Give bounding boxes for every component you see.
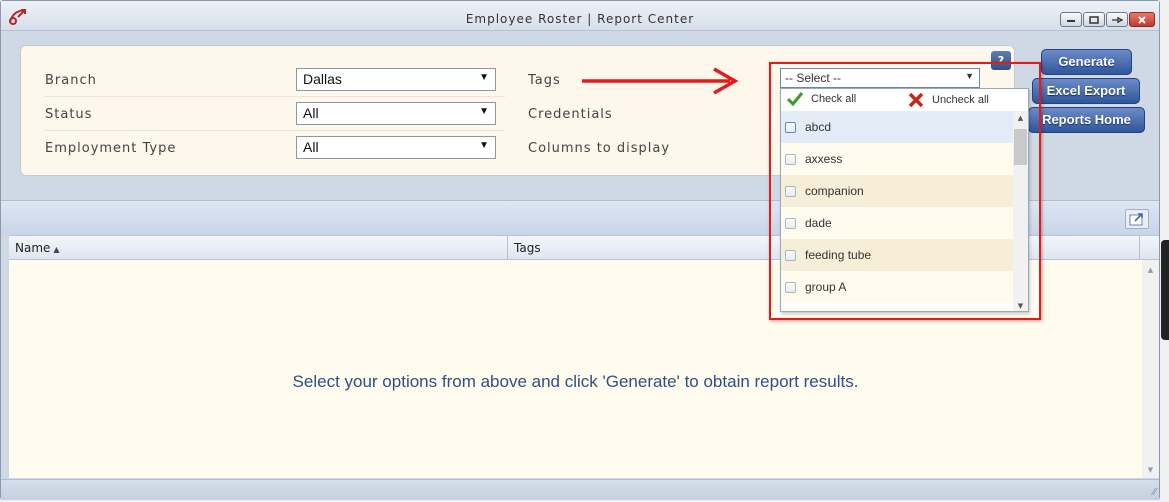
scroll-down-icon[interactable]: ▼ (1142, 466, 1159, 474)
window-title: Employee Roster | Report Center (465, 12, 695, 26)
resize-grip-icon[interactable]: ⁄⁄ (1153, 487, 1156, 498)
credentials-label: Credentials (528, 107, 613, 122)
reports-home-button[interactable]: Reports Home (1028, 107, 1145, 133)
branch-value: Dallas (303, 71, 342, 87)
generate-button[interactable]: Generate (1041, 49, 1132, 75)
maximize-icon[interactable] (1083, 12, 1105, 27)
status-row: Status All ▼ (45, 97, 505, 131)
close-icon[interactable] (1129, 12, 1155, 27)
background-edge (1161, 240, 1169, 340)
employment-type-label: Employment Type (45, 141, 177, 156)
grid-scrollbar[interactable]: ▲ ▼ (1142, 260, 1159, 478)
status-value: All (303, 105, 319, 121)
pin-icon[interactable] (1106, 12, 1128, 27)
employment-type-value: All (303, 139, 319, 155)
window-controls (1060, 12, 1155, 27)
annotation-arrow-icon (582, 67, 739, 95)
scroll-up-icon[interactable]: ▲ (1142, 266, 1159, 274)
branch-row: Branch Dallas ▼ (45, 63, 505, 97)
export-icon[interactable] (1125, 209, 1149, 229)
columns-to-display-label: Columns to display (528, 141, 671, 156)
chevron-down-icon: ▼ (479, 106, 489, 117)
employment-type-select[interactable]: All ▼ (296, 136, 496, 159)
column-header-name[interactable]: Name ▲ (9, 236, 508, 260)
column-tags-label: Tags (514, 241, 541, 255)
status-label: Status (45, 107, 93, 122)
status-select[interactable]: All ▼ (296, 102, 496, 125)
tags-label: Tags (528, 73, 561, 88)
column-name-label: Name (15, 241, 51, 255)
chevron-down-icon: ▼ (479, 72, 489, 83)
branch-label: Branch (45, 73, 97, 88)
status-bar: ⁄⁄ (1, 479, 1159, 500)
title-bar: Employee Roster | Report Center (1, 1, 1159, 31)
annotation-highlight-box (769, 62, 1041, 320)
excel-export-button[interactable]: Excel Export (1032, 78, 1140, 104)
employment-type-row: Employment Type All ▼ (45, 131, 505, 165)
sort-ascending-icon: ▲ (53, 245, 60, 254)
branch-select[interactable]: Dallas ▼ (296, 68, 496, 91)
empty-results-message: Select your options from above and click… (292, 372, 859, 391)
chevron-down-icon: ▼ (479, 140, 489, 151)
minimize-icon[interactable] (1060, 12, 1082, 27)
